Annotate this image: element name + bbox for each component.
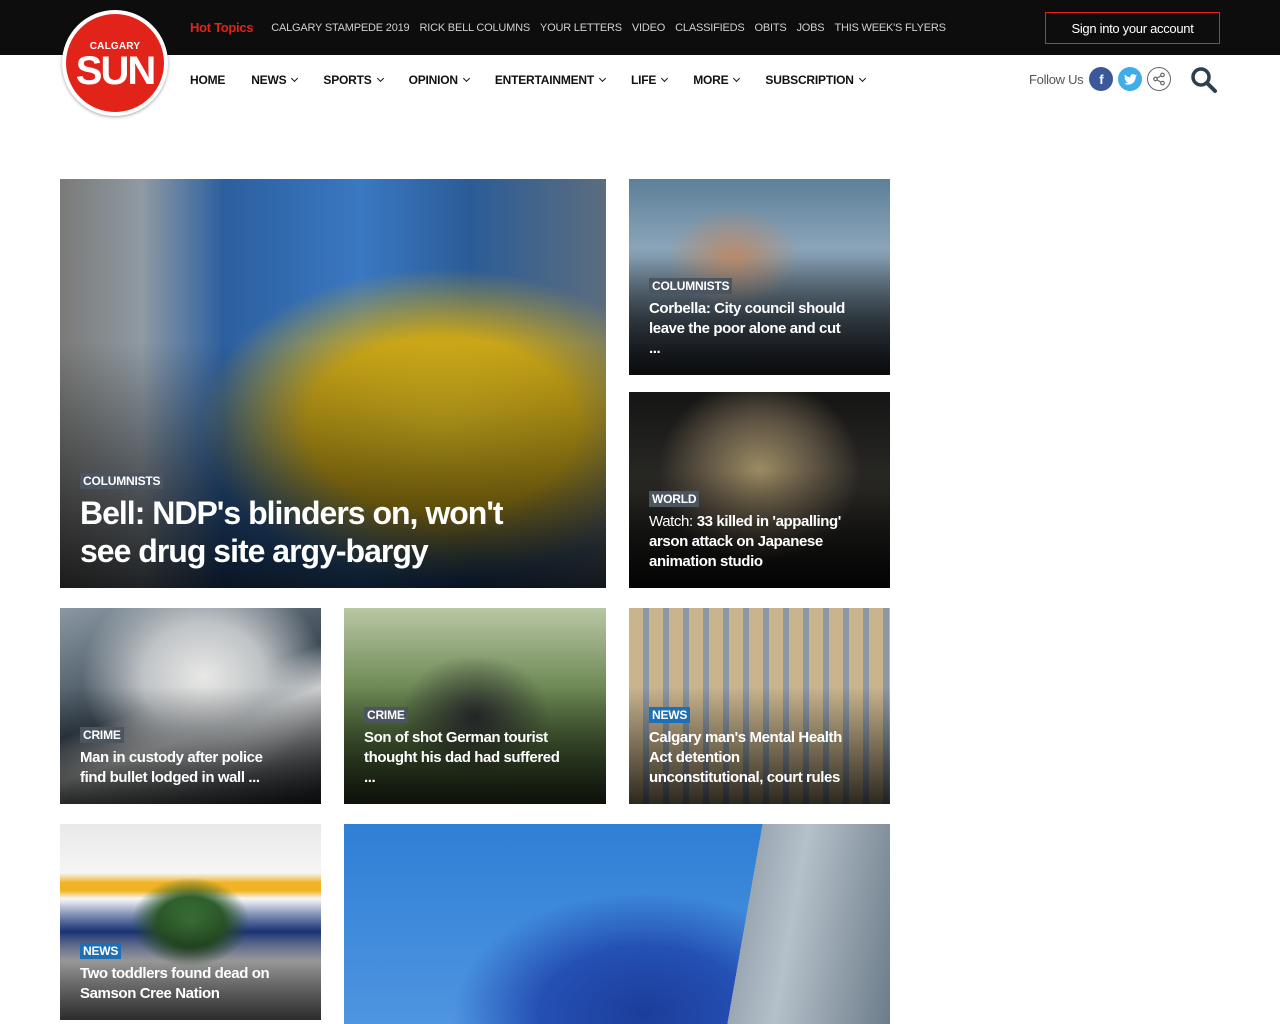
follow-us-label: Follow Us: [1029, 71, 1084, 87]
top-bar: Hot Topics CALGARY STAMPEDE 2019 RICK BE…: [0, 0, 1280, 55]
story-category-badge[interactable]: CRIME: [80, 727, 124, 743]
story-text: COLUMNISTS Corbella: City council should…: [649, 277, 846, 359]
chevron-down-icon: [661, 74, 669, 83]
story-headline-text: Bell: NDP's blinders on, won't see drug …: [80, 495, 504, 569]
hot-topic-link[interactable]: RICK BELL COLUMNS: [419, 22, 530, 34]
story-category-badge[interactable]: COLUMNISTS: [649, 278, 733, 294]
main-nav: HOME NEWS SPORTS OPINION ENTERTAINMENT L…: [190, 55, 891, 105]
story-card-image-only[interactable]: [344, 824, 890, 1024]
story-headline-text: Son of shot German tourist thought his d…: [364, 729, 560, 786]
hot-topic-link[interactable]: OBITS: [754, 22, 786, 34]
follow-us: Follow Us f: [1029, 66, 1176, 92]
story-card[interactable]: WORLD Watch: 33 killed in 'appalling' ars…: [629, 392, 890, 588]
nav-item-label: MORE: [693, 73, 729, 87]
logo-text-big: SUN: [75, 48, 156, 93]
chevron-down-icon: [733, 74, 741, 83]
story-category-badge[interactable]: CRIME: [364, 707, 408, 723]
story-category-badge[interactable]: NEWS: [80, 943, 122, 959]
story-category-badge[interactable]: WORLD: [649, 491, 700, 507]
story-card[interactable]: NEWS Two toddlers found dead on Samson C…: [60, 824, 321, 1020]
story-headline-text: Man in custody after police find bullet …: [80, 749, 263, 786]
chevron-down-icon: [376, 74, 384, 83]
nav-item-sports[interactable]: SPORTS: [323, 73, 384, 87]
chevron-down-icon: [291, 74, 299, 83]
story-headline[interactable]: Man in custody after police find bullet …: [80, 748, 277, 788]
story-headline[interactable]: Corbella: City council should leave the …: [649, 299, 846, 359]
hot-topic-link[interactable]: CLASSIFIEDS: [675, 22, 745, 34]
story-headline[interactable]: Bell: NDP's blinders on, won't see drug …: [80, 494, 546, 570]
story-text: COLUMNISTS Bell: NDP's blinders on, won'…: [80, 472, 546, 570]
share-icon[interactable]: [1147, 67, 1172, 91]
hot-topic-link[interactable]: YOUR LETTERS: [540, 22, 622, 34]
hot-topic-link[interactable]: CALGARY STAMPEDE 2019: [271, 22, 409, 34]
nav-item-subscription[interactable]: SUBSCRIPTION: [765, 73, 866, 87]
chevron-down-icon: [462, 74, 470, 83]
story-text: CRIME Man in custody after police find b…: [80, 726, 277, 788]
story-headline[interactable]: Watch: 33 killed in 'appalling' arson att…: [649, 512, 846, 572]
nav-item-label: SPORTS: [323, 73, 372, 87]
story-headline[interactable]: Son of shot German tourist thought his d…: [364, 728, 562, 788]
story-image: [344, 824, 890, 1024]
nav-item-label: LIFE: [631, 73, 657, 87]
nav-item-opinion[interactable]: OPINION: [408, 73, 470, 87]
story-card-feature[interactable]: COLUMNISTS Bell: NDP's blinders on, won'…: [60, 179, 606, 588]
nav-item-life[interactable]: LIFE: [631, 73, 669, 87]
story-text: WORLD Watch: 33 killed in 'appalling' ars…: [649, 490, 846, 572]
twitter-icon[interactable]: [1118, 67, 1143, 91]
calgary-sun-logo[interactable]: CALGARY SUN: [62, 10, 168, 116]
nav-item-label: HOME: [190, 73, 226, 87]
story-headline[interactable]: Calgary man's Mental Health Act detentio…: [649, 728, 846, 788]
story-card[interactable]: CRIME Son of shot German tourist thought…: [344, 608, 606, 804]
chevron-down-icon: [598, 74, 607, 83]
chevron-down-icon: [858, 74, 866, 83]
story-card[interactable]: CRIME Man in custody after police find b…: [60, 608, 321, 804]
story-headline-prefix: Watch:: [649, 513, 693, 530]
story-text: NEWS Calgary man's Mental Health Act det…: [649, 706, 846, 788]
facebook-icon[interactable]: f: [1089, 67, 1114, 91]
story-category-badge[interactable]: NEWS: [649, 707, 691, 723]
nav-item-more[interactable]: MORE: [693, 73, 741, 87]
story-headline-text: Two toddlers found dead on Samson Cree N…: [80, 965, 270, 1002]
logo-badge: CALGARY SUN: [66, 14, 164, 112]
nav-item-label: SUBSCRIPTION: [765, 73, 854, 87]
nav-item-label: NEWS: [251, 73, 287, 87]
story-text: NEWS Two toddlers found dead on Samson C…: [80, 942, 277, 1004]
hot-topic-link[interactable]: VIDEO: [632, 22, 665, 34]
story-card[interactable]: COLUMNISTS Corbella: City council should…: [629, 179, 890, 375]
search-icon[interactable]: [1190, 66, 1218, 94]
nav-item-news[interactable]: NEWS: [251, 73, 299, 87]
nav-item-entertainment[interactable]: ENTERTAINMENT: [494, 73, 607, 87]
hot-topic-link[interactable]: JOBS: [797, 22, 825, 34]
hot-topic-link[interactable]: THIS WEEK'S FLYERS: [834, 22, 946, 34]
nav-item-label: OPINION: [408, 73, 458, 87]
sign-in-button[interactable]: Sign into your account: [1045, 12, 1220, 44]
hot-topics-label: Hot Topics: [190, 20, 254, 35]
story-headline-text: Calgary man's Mental Health Act detentio…: [649, 729, 842, 786]
hot-topics-bar: Hot Topics CALGARY STAMPEDE 2019 RICK BE…: [190, 0, 956, 55]
story-headline-text: Corbella: City council should leave the …: [649, 300, 845, 357]
story-text: CRIME Son of shot German tourist thought…: [364, 706, 562, 788]
story-category-badge[interactable]: COLUMNISTS: [80, 473, 164, 489]
nav-item-label: ENTERTAINMENT: [494, 73, 595, 87]
nav-item-home[interactable]: HOME: [190, 73, 225, 87]
story-card[interactable]: NEWS Calgary man's Mental Health Act det…: [629, 608, 890, 804]
story-headline[interactable]: Two toddlers found dead on Samson Cree N…: [80, 964, 277, 1004]
